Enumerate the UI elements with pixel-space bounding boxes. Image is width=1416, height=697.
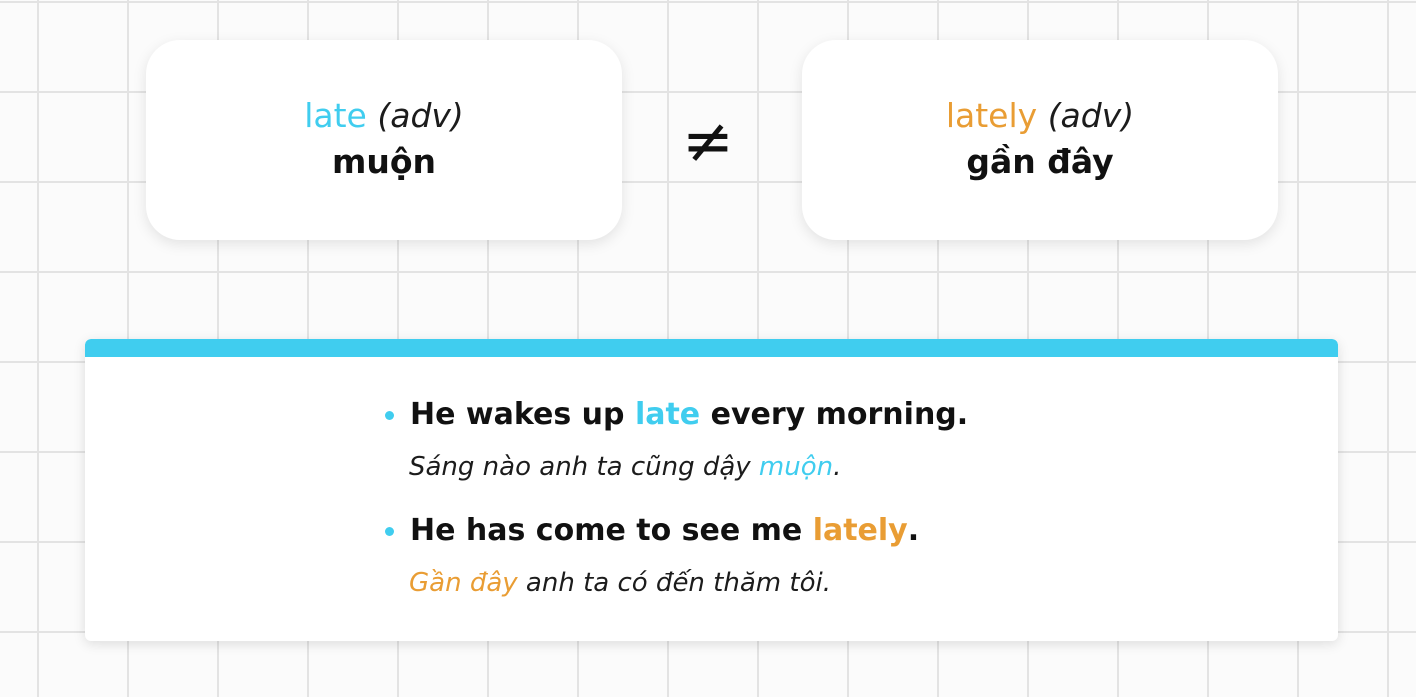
sentence-text: He wakes up: [410, 397, 635, 432]
example-translation: Sáng nào anh ta cũng dậy muộn.: [385, 449, 1145, 485]
example-panel: He wakes up late every morning. Sáng nào…: [85, 339, 1338, 641]
sentence-highlight-lately: lately: [812, 513, 908, 548]
bullet-icon: [385, 526, 394, 536]
translation-highlight-gan-day: Gần đây: [409, 568, 518, 598]
example-item: He wakes up late every morning. Sáng nào…: [385, 395, 1145, 485]
sentence-text: .: [907, 513, 920, 548]
panel-top-bar: [85, 339, 1338, 357]
translation-text: anh ta có đến thăm tôi.: [517, 568, 831, 598]
example-sentence: He wakes up late every morning.: [385, 395, 1145, 435]
sentence-highlight-late: late: [634, 397, 701, 432]
word-lately: lately: [945, 96, 1038, 135]
sentence-text: every morning.: [700, 397, 969, 432]
translation-text: .: [833, 452, 842, 482]
word-heading-late: late (adv): [304, 94, 464, 138]
bullet-icon: [385, 410, 394, 420]
word-card-late: late (adv) muộn: [146, 40, 622, 240]
example-item: He has come to see me lately. Gần đây an…: [385, 511, 1145, 601]
not-equal-symbol: ≠: [682, 104, 734, 177]
part-of-speech-lately: (adv): [1047, 96, 1135, 135]
word-card-lately: lately (adv) gần đây: [802, 40, 1278, 240]
example-translation: Gần đây anh ta có đến thăm tôi.: [385, 565, 1145, 601]
word-late: late: [304, 96, 367, 135]
meaning-late: muộn: [331, 142, 437, 181]
translation-highlight-muon: muộn: [758, 452, 834, 482]
meaning-lately: gần đây: [966, 142, 1114, 181]
sentence-text: He has come to see me: [410, 513, 813, 548]
part-of-speech-late: (adv): [377, 96, 464, 135]
example-sentence: He has come to see me lately.: [385, 511, 1145, 551]
translation-text: Sáng nào anh ta cũng dậy: [409, 452, 759, 482]
word-heading-lately: lately (adv): [946, 94, 1134, 138]
